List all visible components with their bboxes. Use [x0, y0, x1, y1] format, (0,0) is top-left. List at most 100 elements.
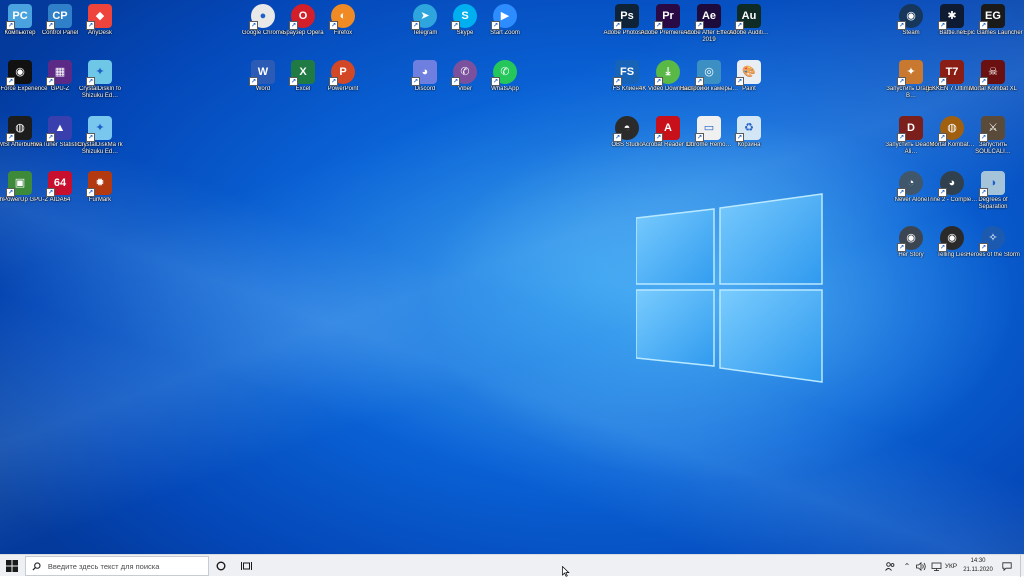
search-input[interactable] [45, 560, 208, 572]
shortcut-arrow-icon: ↗ [46, 21, 55, 30]
shortcut-arrow-icon: ↗ [411, 21, 420, 30]
shortcut-arrow-icon: ↗ [979, 133, 988, 142]
desktop-shortcut[interactable]: ☠ ↗ Mortal Kombat XL [963, 60, 1023, 112]
shortcut-arrow-icon: ↗ [979, 21, 988, 30]
desktop-shortcut[interactable]: ▶ ↗ Start Zoom [475, 4, 535, 56]
degrees-of-separation-icon: ◑ ↗ [979, 171, 1005, 197]
desktop-shortcut[interactable]: ✦ ↗ CrystalDiskMa rk Shizuku Ed… [70, 116, 130, 168]
chevron-up-icon: ⌃ [903, 561, 911, 571]
shortcut-label: Heroes of the Storm [966, 252, 1020, 258]
tekken-icon: T7 ↗ [938, 60, 964, 86]
zoom-icon: ▶ ↗ [491, 4, 517, 30]
taskbar: ⌃ УКР 14:30 21.11.2020 [0, 554, 1024, 577]
show-hidden-icons-button[interactable]: ⌃ [901, 555, 913, 577]
cortana-button[interactable] [214, 559, 228, 573]
shortcut-arrow-icon: ↗ [613, 77, 622, 86]
shortcut-label: Mortal Kombat XL [968, 86, 1018, 92]
never-alone-icon: ◔ ↗ [897, 171, 923, 197]
desktop-shortcut[interactable]: ✧ ↗ Heroes of the Storm [963, 226, 1023, 278]
notification-icon [1002, 561, 1012, 571]
desktop[interactable]: PC↗КомпьютерCP↗Control Panel◆↗AnyDesk◉↗G… [0, 0, 1024, 554]
start-button[interactable] [0, 555, 24, 577]
acrobat-reader-icon: A ↗ [654, 116, 680, 142]
shortcut-label: CrystalDiskMa rk Shizuku Ed… [77, 142, 123, 156]
shortcut-arrow-icon: ↗ [86, 77, 95, 86]
shortcut-arrow-icon: ↗ [491, 77, 500, 86]
opera-icon: O ↗ [289, 4, 315, 30]
shortcut-arrow-icon: ↗ [249, 77, 258, 86]
shortcut-label: FurMark [88, 197, 112, 203]
shortcut-arrow-icon: ↗ [613, 133, 622, 142]
discord-icon: ◕ ↗ [411, 60, 437, 86]
task-view-button[interactable] [239, 559, 253, 573]
shortcut-arrow-icon: ↗ [695, 77, 704, 86]
people-tray-button[interactable] [884, 555, 896, 577]
shortcut-arrow-icon: ↗ [654, 77, 663, 86]
shortcut-arrow-icon: ↗ [897, 188, 906, 197]
shortcut-arrow-icon: ↗ [86, 188, 95, 197]
shortcut-arrow-icon: ↗ [938, 133, 947, 142]
audition-icon: Au ↗ [735, 4, 761, 30]
shortcut-label: Epic Games Launcher [963, 30, 1023, 36]
desktop-shortcut[interactable]: EG ↗ Epic Games Launcher [963, 4, 1023, 56]
recycle-bin-icon: ♻ ↗ [735, 116, 761, 142]
shortcut-arrow-icon: ↗ [46, 77, 55, 86]
steam-icon: ◉ ↗ [897, 4, 923, 30]
shortcut-arrow-icon: ↗ [46, 133, 55, 142]
telling-lies-icon: ◉ ↗ [938, 226, 964, 252]
techpowerup-gpuz-icon: ▣ ↗ [6, 171, 32, 197]
shortcut-label: Корзина [737, 142, 761, 148]
taskbar-search[interactable] [25, 556, 209, 576]
shortcut-label: Paint [742, 86, 756, 92]
shortcut-label: Firefox [333, 30, 353, 36]
cortana-icon [216, 561, 226, 571]
shortcut-arrow-icon: ↗ [897, 21, 906, 30]
shortcut-label: Adobe Auditi… [729, 30, 769, 36]
shortcut-arrow-icon: ↗ [897, 243, 906, 252]
control-panel-icon: CP ↗ [46, 4, 72, 30]
excel-icon: X ↗ [289, 60, 315, 86]
desktop-shortcut[interactable]: P ↗ PowerPoint [313, 60, 373, 112]
heroes-of-the-storm-icon: ✧ ↗ [979, 226, 1005, 252]
shortcut-arrow-icon: ↗ [6, 21, 15, 30]
desktop-shortcut[interactable]: ✦ ↗ CrystalDiskIn fo Shizuku Ed… [70, 60, 130, 112]
shortcut-arrow-icon: ↗ [979, 188, 988, 197]
paint-icon: 🎨 ↗ [735, 60, 761, 86]
desktop-shortcut[interactable]: ♻ ↗ Корзина [719, 116, 779, 168]
input-language-button[interactable]: УКР [944, 555, 958, 577]
mortal-kombat-icon: ◍ ↗ [938, 116, 964, 142]
desktop-shortcut[interactable]: ◑ ↗ Degrees of Separation [963, 171, 1023, 223]
geforce-experience-icon: ◉ ↗ [6, 60, 32, 86]
desktop-shortcut[interactable]: ⚔ ↗ Запустить SOULCALI… [963, 116, 1023, 168]
chrome-remote-icon: ▭ ↗ [695, 116, 721, 142]
after-effects-icon: Ae ↗ [695, 4, 721, 30]
network-button[interactable] [930, 555, 942, 577]
desktop-shortcut[interactable]: 🎨 ↗ Paint [719, 60, 779, 112]
shortcut-label: AnyDesk [87, 30, 112, 36]
network-icon [931, 562, 941, 571]
google-chrome-icon: ● ↗ [249, 4, 275, 30]
powerpoint-icon: P ↗ [329, 60, 355, 86]
shortcut-arrow-icon: ↗ [249, 21, 258, 30]
action-center-button[interactable] [1000, 555, 1014, 577]
desktop-shortcut[interactable]: Au ↗ Adobe Auditi… [719, 4, 779, 56]
shortcut-arrow-icon: ↗ [86, 133, 95, 142]
clock[interactable]: 14:30 21.11.2020 [958, 557, 998, 575]
firefox-icon: ◐ ↗ [329, 4, 355, 30]
shortcut-arrow-icon: ↗ [329, 21, 338, 30]
desktop-shortcut[interactable]: ✹ ↗ FurMark [70, 171, 130, 223]
battlenet-icon: ✱ ↗ [938, 4, 964, 30]
task-view-icon [240, 562, 252, 570]
shortcut-arrow-icon: ↗ [6, 77, 15, 86]
windows-logo-wallpaper [636, 193, 823, 383]
show-desktop-button[interactable] [1020, 555, 1024, 577]
shortcut-arrow-icon: ↗ [411, 77, 420, 86]
desktop-shortcut[interactable]: ◆ ↗ AnyDesk [70, 4, 130, 56]
volume-button[interactable] [915, 555, 927, 577]
shortcut-label: Degrees of Separation [978, 197, 1008, 211]
dead-or-alive-icon: D ↗ [897, 116, 923, 142]
desktop-shortcut[interactable]: ✆ ↗ WhatsApp [475, 60, 535, 112]
desktop-shortcut[interactable]: ◐ ↗ Firefox [313, 4, 373, 56]
shortcut-arrow-icon: ↗ [451, 21, 460, 30]
shortcut-arrow-icon: ↗ [6, 133, 15, 142]
